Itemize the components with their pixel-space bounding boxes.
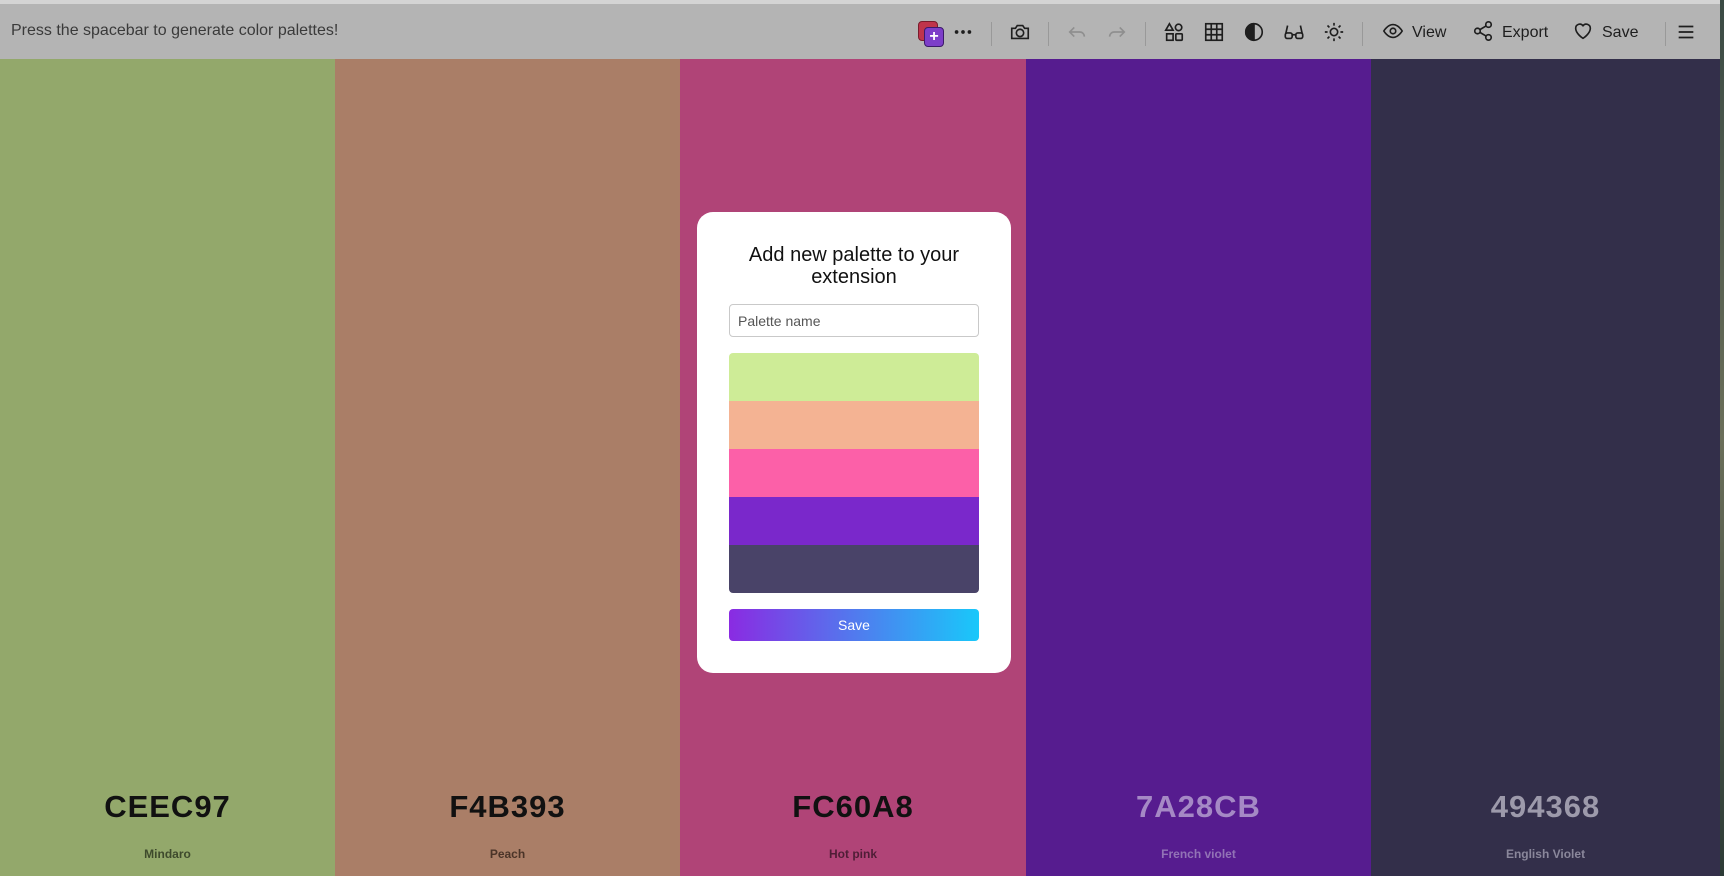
color-hex[interactable]: 494368 (1371, 789, 1720, 825)
shapes-icon[interactable] (1160, 18, 1188, 46)
contrast-icon[interactable] (1240, 18, 1268, 46)
toolbar-divider (1362, 22, 1363, 46)
color-column[interactable]: F4B393 Peach (335, 59, 680, 876)
spacebar-hint: Press the spacebar to generate color pal… (11, 22, 339, 39)
preview-swatch (729, 449, 979, 497)
toolbar-divider (1145, 22, 1146, 46)
color-column[interactable]: 7A28CB French violet (1026, 59, 1371, 876)
save-toolbar-label: Save (1602, 24, 1639, 41)
color-column[interactable]: CEEC97 Mindaro (0, 59, 335, 876)
color-name[interactable]: English Violet (1371, 847, 1720, 861)
color-hex[interactable]: 7A28CB (1026, 789, 1371, 825)
share-icon (1472, 20, 1494, 47)
preview-swatch (729, 353, 979, 401)
heart-icon (1572, 20, 1594, 47)
camera-icon[interactable] (1006, 18, 1034, 46)
preview-swatch (729, 545, 979, 593)
background-window-edge (1720, 0, 1724, 876)
menu-icon[interactable] (1672, 18, 1700, 46)
color-hex[interactable]: F4B393 (335, 789, 680, 825)
toolbar-divider (1665, 22, 1666, 46)
brightness-icon[interactable] (1320, 18, 1348, 46)
glasses-icon[interactable] (1280, 18, 1308, 46)
toolbar-divider (991, 22, 992, 46)
color-name[interactable]: French violet (1026, 847, 1371, 861)
modal-title: Add new palette to your extension (748, 244, 960, 288)
eye-icon (1382, 20, 1404, 47)
top-toolbar: Press the spacebar to generate color pal… (0, 0, 1720, 59)
add-palette-modal: Add new palette to your extension Save (697, 212, 1011, 673)
color-column[interactable]: 494368 English Violet (1371, 59, 1720, 876)
app-root: Press the spacebar to generate color pal… (0, 0, 1724, 876)
grid-icon[interactable] (1200, 18, 1228, 46)
toolbar-divider (1048, 22, 1049, 46)
more-icon[interactable] (949, 18, 977, 46)
color-name[interactable]: Peach (335, 847, 680, 861)
palette-preview (729, 353, 979, 593)
color-name[interactable]: Mindaro (0, 847, 335, 861)
palette-name-input[interactable] (729, 304, 979, 337)
save-toolbar-button[interactable]: Save (1572, 18, 1638, 48)
color-hex[interactable]: FC60A8 (680, 789, 1026, 825)
color-name[interactable]: Hot pink (680, 847, 1026, 861)
view-button-label: View (1412, 24, 1447, 41)
undo-icon[interactable] (1063, 18, 1091, 46)
extension-icon[interactable]: + (918, 21, 944, 47)
preview-swatch (729, 497, 979, 545)
modal-save-button[interactable]: Save (729, 609, 979, 641)
redo-icon[interactable] (1103, 18, 1131, 46)
export-button[interactable]: Export (1472, 18, 1548, 48)
preview-swatch (729, 401, 979, 449)
color-hex[interactable]: CEEC97 (0, 789, 335, 825)
view-button[interactable]: View (1382, 18, 1446, 48)
export-button-label: Export (1502, 24, 1549, 41)
